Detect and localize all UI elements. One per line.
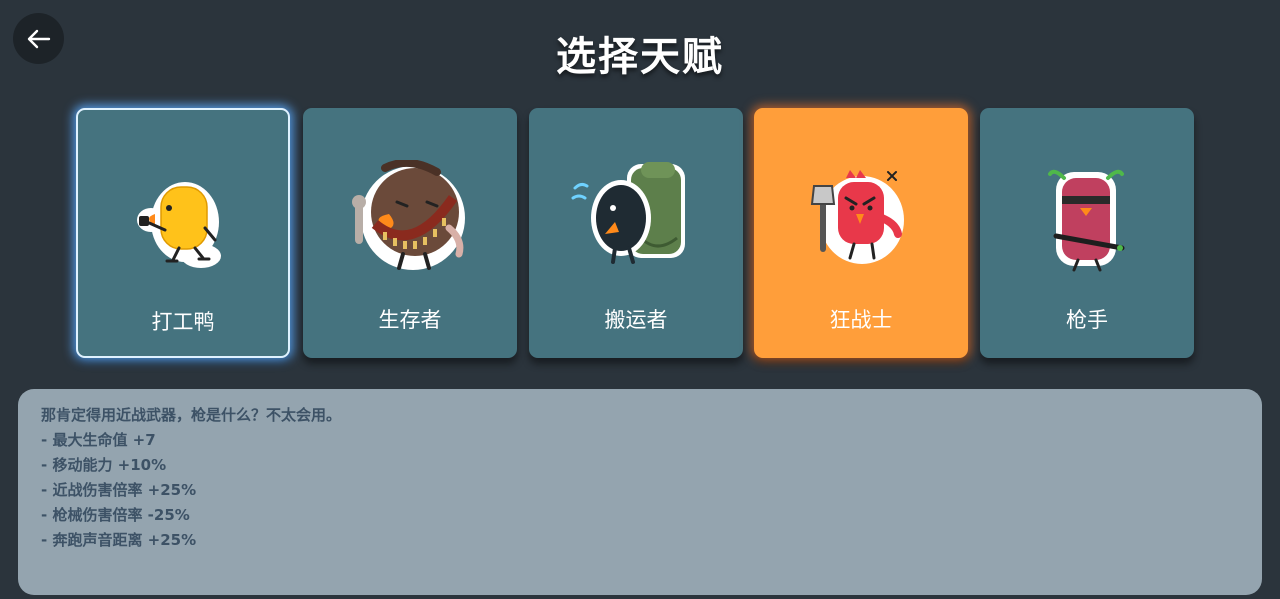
talent-label: 搬运者 (604, 308, 668, 332)
talent-card-berserker[interactable]: 狂战士 (754, 108, 968, 358)
talent-card-gunner[interactable]: 枪手 (980, 108, 1194, 358)
description-line: 那肯定得用近战武器，枪是什么？不太会用。 (41, 406, 342, 424)
talent-select-screen: 选择天赋 打工鸭 生存者 搬运者 狂战士 枪手 那肯定得用近战武器，枪是什么？不… (0, 0, 1280, 599)
talent-card-survivor[interactable]: 生存者 (303, 108, 517, 358)
backpack-crow-icon (571, 162, 685, 264)
talent-card-worker-duck[interactable]: 打工鸭 (76, 108, 290, 358)
description-line: - 奔跑声音距离 +25% (41, 531, 197, 549)
page-title: 选择天赋 (556, 34, 724, 80)
red-axe-duck-icon (810, 170, 904, 264)
brown-survivor-duck-icon (352, 160, 465, 270)
yellow-duck-icon (137, 182, 221, 268)
talent-label: 生存者 (378, 308, 442, 332)
description-line: - 枪械伤害倍率 -25% (41, 506, 190, 524)
description-line: - 移动能力 +10% (41, 456, 167, 474)
description-line: - 最大生命值 +7 (41, 431, 156, 449)
talent-label: 枪手 (1066, 308, 1108, 332)
description-line: - 近战伤害倍率 +25% (41, 481, 197, 499)
talent-label: 打工鸭 (151, 310, 215, 334)
talent-description-panel: 那肯定得用近战武器，枪是什么？不太会用。 - 最大生命值 +7 - 移动能力 +… (18, 389, 1262, 595)
talent-label: 狂战士 (829, 308, 893, 332)
talent-card-porter[interactable]: 搬运者 (529, 108, 743, 358)
talent-card-list: 打工鸭 生存者 搬运者 狂战士 枪手 (76, 108, 1196, 360)
pink-gunner-duck-icon (1048, 169, 1125, 272)
